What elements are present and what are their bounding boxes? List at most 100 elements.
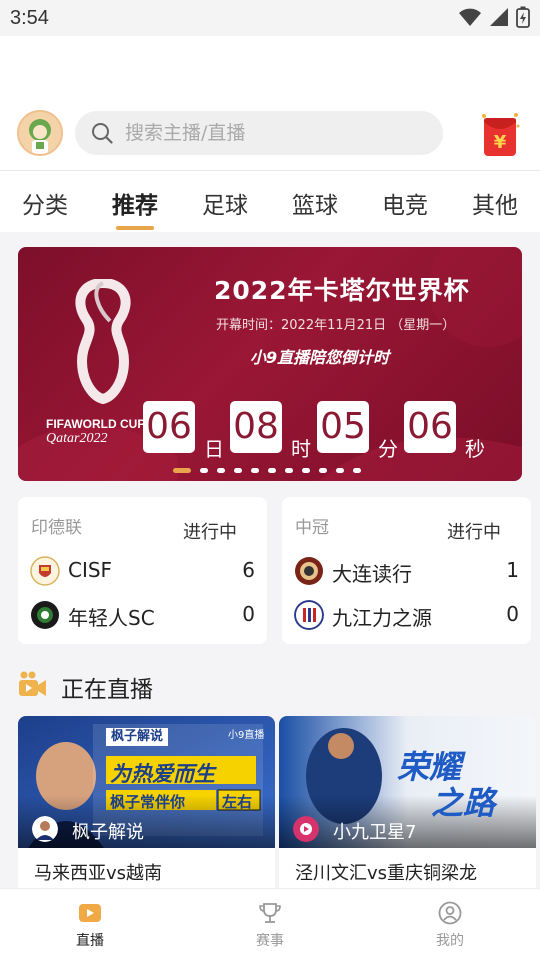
team-row-away: 年轻人SC 0 bbox=[30, 600, 255, 630]
world-cup-banner[interactable]: FIFAWORLD CUP Qatar2022 2022年卡塔尔世界杯 开幕时间… bbox=[18, 247, 522, 481]
tab-label: 其他 bbox=[472, 193, 518, 219]
team-name: 九江力之源 bbox=[332, 606, 432, 630]
nav-label: 我的 bbox=[436, 933, 464, 949]
team-logo-icon bbox=[30, 556, 60, 586]
user-icon bbox=[438, 901, 462, 925]
category-tabs: 分类 推荐 足球 篮球 电竞 其他 bbox=[0, 172, 540, 232]
countdown-minutes-unit: 分 bbox=[378, 437, 398, 461]
nav-matches[interactable]: 赛事 bbox=[180, 889, 360, 960]
active-tab-indicator bbox=[116, 226, 154, 230]
countdown-minutes: 05 bbox=[317, 401, 369, 453]
team-logo-icon bbox=[295, 557, 323, 585]
bottom-nav: 直播 赛事 我的 bbox=[0, 888, 540, 960]
tab-football[interactable]: 足球 bbox=[180, 172, 270, 232]
match-league: 印德联 bbox=[31, 518, 82, 538]
red-packet-icon[interactable]: ¥ bbox=[478, 110, 522, 158]
nav-label: 直播 bbox=[76, 933, 104, 949]
carousel-dot[interactable] bbox=[268, 468, 276, 473]
match-card[interactable]: 印德联 进行中 CISF 6 年轻人SC 0 bbox=[18, 497, 267, 644]
carousel-dot[interactable] bbox=[251, 468, 259, 473]
anchor-name: 枫子解说 bbox=[72, 822, 144, 843]
carousel-dot[interactable] bbox=[353, 468, 361, 473]
carousel-dots bbox=[173, 468, 361, 473]
banner-subtitle: 开幕时间：2022年11月21日 （星期一） bbox=[216, 318, 456, 333]
countdown-seconds-unit: 秒 bbox=[465, 437, 485, 461]
match-status: 进行中 bbox=[183, 522, 237, 543]
team-row-home: 大连读行 1 bbox=[294, 556, 519, 586]
countdown-seconds: 06 bbox=[404, 401, 456, 453]
team-logo-icon bbox=[294, 600, 324, 630]
battery-icon bbox=[516, 6, 530, 28]
team-score: 0 bbox=[242, 602, 255, 626]
status-bar: 3:54 bbox=[0, 0, 540, 36]
status-icons bbox=[458, 6, 530, 28]
team-name: CISF bbox=[68, 558, 113, 582]
nav-label: 赛事 bbox=[256, 933, 284, 949]
carousel-dot[interactable] bbox=[319, 468, 327, 473]
avatar[interactable] bbox=[17, 110, 63, 156]
thumb-line2: 之路 bbox=[431, 784, 496, 822]
banner-title: 2022年卡塔尔世界杯 bbox=[214, 276, 470, 305]
anchor-name: 小九卫星7 bbox=[333, 822, 417, 843]
search-box[interactable] bbox=[75, 111, 443, 155]
video-camera-icon bbox=[19, 671, 46, 696]
thumb-badge: 左右 bbox=[222, 793, 253, 811]
carousel-dot[interactable] bbox=[285, 468, 293, 473]
wifi-icon bbox=[459, 8, 481, 26]
search-input[interactable] bbox=[125, 111, 425, 155]
header: ¥ bbox=[0, 106, 540, 162]
tab-esports[interactable]: 电竞 bbox=[360, 172, 450, 232]
carousel-dot[interactable] bbox=[336, 468, 344, 473]
avatar-image bbox=[19, 112, 61, 154]
tab-basketball[interactable]: 篮球 bbox=[270, 172, 360, 232]
thumb-line2: 枫子常伴你 bbox=[110, 793, 186, 811]
team-score: 6 bbox=[242, 558, 255, 582]
match-status: 进行中 bbox=[447, 522, 501, 543]
live-card[interactable]: 荣耀 之路 小九卫星7 泾川文汇vs重庆铜梁龙 bbox=[279, 716, 536, 892]
team-name: 大连读行 bbox=[332, 562, 412, 586]
thumb-brand: 小9直播 bbox=[228, 730, 265, 741]
team-score: 0 bbox=[506, 602, 519, 626]
countdown-days-unit: 日 bbox=[204, 437, 224, 461]
fifa-world-cup-text: FIFAWORLD CUP bbox=[46, 417, 146, 431]
countdown-hours-unit: 时 bbox=[291, 437, 311, 461]
search-icon bbox=[92, 123, 113, 144]
carousel-dot[interactable] bbox=[302, 468, 310, 473]
tab-other[interactable]: 其他 bbox=[450, 172, 540, 232]
team-row-away: 九江力之源 0 bbox=[294, 600, 519, 630]
team-row-home: CISF 6 bbox=[30, 556, 255, 586]
tab-label: 电竞 bbox=[382, 193, 428, 219]
nav-profile[interactable]: 我的 bbox=[360, 889, 540, 960]
countdown-hours: 08 bbox=[230, 401, 282, 453]
section-title: 正在直播 bbox=[61, 677, 153, 703]
header-divider bbox=[0, 170, 540, 171]
status-time: 3:54 bbox=[10, 7, 49, 29]
match-card[interactable]: 中冠 进行中 大连读行 1 九江力之源 0 bbox=[282, 497, 531, 644]
carousel-dot[interactable] bbox=[200, 468, 208, 473]
team-logo-icon bbox=[31, 601, 59, 629]
carousel-dot[interactable] bbox=[173, 468, 191, 473]
carousel-dot[interactable] bbox=[217, 468, 225, 473]
tab-recommend[interactable]: 推荐 bbox=[90, 172, 180, 232]
world-cup-emblem-icon bbox=[75, 279, 131, 405]
tab-label: 足球 bbox=[202, 193, 248, 219]
qatar-2022-text: Qatar2022 bbox=[46, 431, 108, 446]
thumb-tag: 枫子解说 bbox=[110, 729, 163, 744]
nav-live[interactable]: 直播 bbox=[0, 889, 180, 960]
tab-category[interactable]: 分类 bbox=[0, 172, 90, 232]
tab-label: 分类 bbox=[22, 193, 68, 219]
signal-icon bbox=[490, 8, 508, 26]
live-caption: 泾川文汇vs重庆铜梁龙 bbox=[295, 863, 478, 884]
tab-label: 推荐 bbox=[112, 193, 158, 219]
carousel-dot[interactable] bbox=[234, 468, 242, 473]
anchor-avatar bbox=[32, 816, 58, 842]
tab-label: 篮球 bbox=[292, 193, 338, 219]
thumb-line1: 为热爱而生 bbox=[110, 762, 215, 786]
team-name: 年轻人SC bbox=[68, 606, 155, 630]
banner-slogan: 小9直播陪您倒计时 bbox=[250, 348, 390, 367]
trophy-icon bbox=[259, 903, 281, 923]
anchor-avatar bbox=[293, 816, 319, 842]
svg-text:¥: ¥ bbox=[494, 132, 507, 153]
team-score: 1 bbox=[506, 558, 519, 582]
live-card[interactable]: 枫子解说 小9直播 为热爱而生 枫子常伴你 左右 枫子解说 马来西亚vs越南 bbox=[18, 716, 275, 892]
